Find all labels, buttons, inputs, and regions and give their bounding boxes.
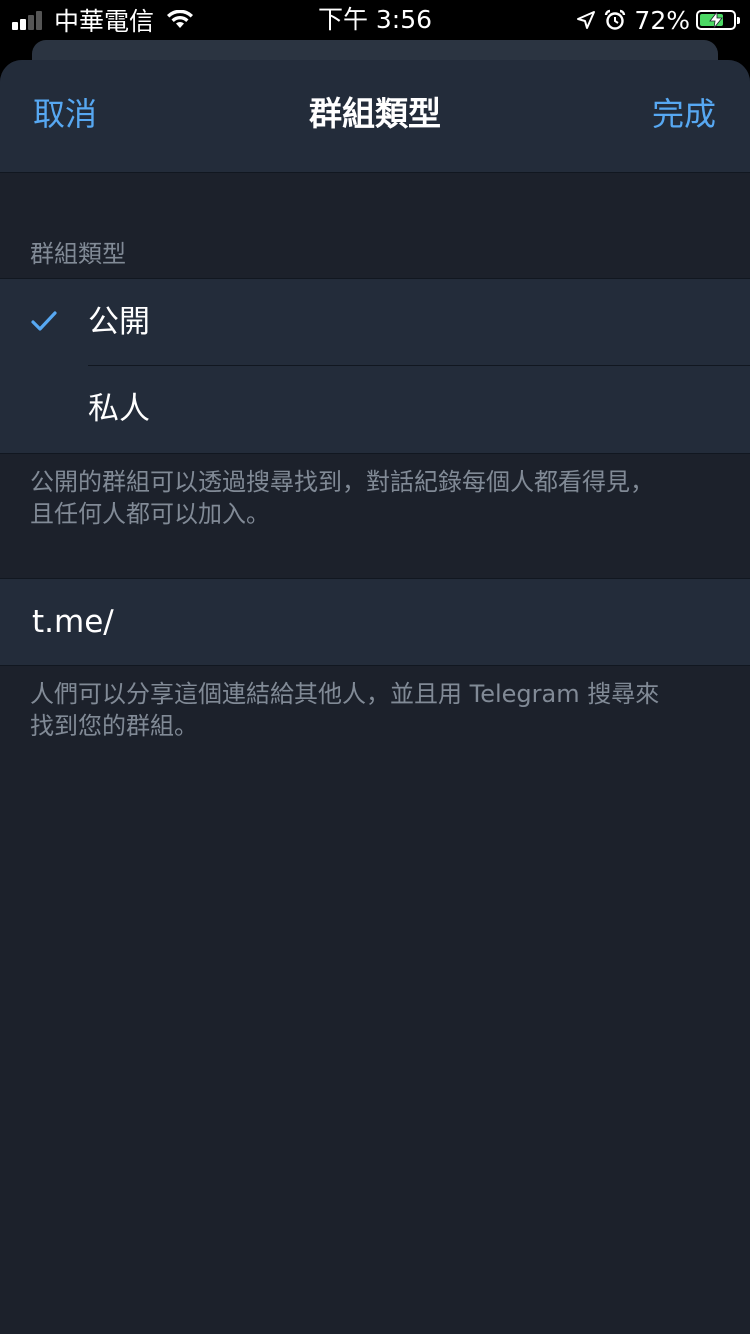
done-button[interactable]: 完成 [652,94,716,134]
battery-icon [696,10,740,30]
option-private[interactable]: 私人 [0,366,750,453]
link-input[interactable] [112,599,716,647]
navigation-bar: 取消 群組類型 完成 [0,60,750,173]
option-public[interactable]: 公開 [0,279,750,366]
description-line: 找到您的群組。 [30,712,198,740]
section-header: 群組類型 [30,240,126,268]
charging-bolt-icon [698,12,734,28]
link-description: 人們可以分享這個連結給其他人，並且用 Telegram 搜尋來 找到您的群組。 [30,678,720,742]
modal-sheet: 取消 群組類型 完成 群組類型 公開 私人 公開的群組可以透過搜尋找到，對話紀錄… [0,60,750,1334]
link-prefix: t.me/ [32,604,114,640]
checkmark-icon [31,311,57,331]
status-bar: 中華電信 下午 3:56 72% [0,0,750,40]
description-line: 公開的群組可以透過搜尋找到，對話紀錄每個人都看得見， [30,468,654,496]
battery-percent: 72% [634,5,690,35]
group-type-options: 公開 私人 [0,278,750,454]
link-row: t.me/ [0,578,750,666]
description-line: 人們可以分享這個連結給其他人，並且用 Telegram 搜尋來 [30,680,660,708]
alarm-clock-icon [605,9,626,30]
page-title: 群組類型 [309,94,441,133]
screen: 中華電信 下午 3:56 72% 取消 群組類型 完成 群組類型 公開 私人 公… [0,0,750,1334]
option-label: 私人 [88,391,150,427]
option-label: 公開 [88,304,150,340]
group-type-description: 公開的群組可以透過搜尋找到，對話紀錄每個人都看得見， 且任何人都可以加入。 [30,466,720,530]
status-right: 72% [576,4,740,36]
location-arrow-icon [577,11,596,29]
description-line: 且任何人都可以加入。 [30,500,270,528]
